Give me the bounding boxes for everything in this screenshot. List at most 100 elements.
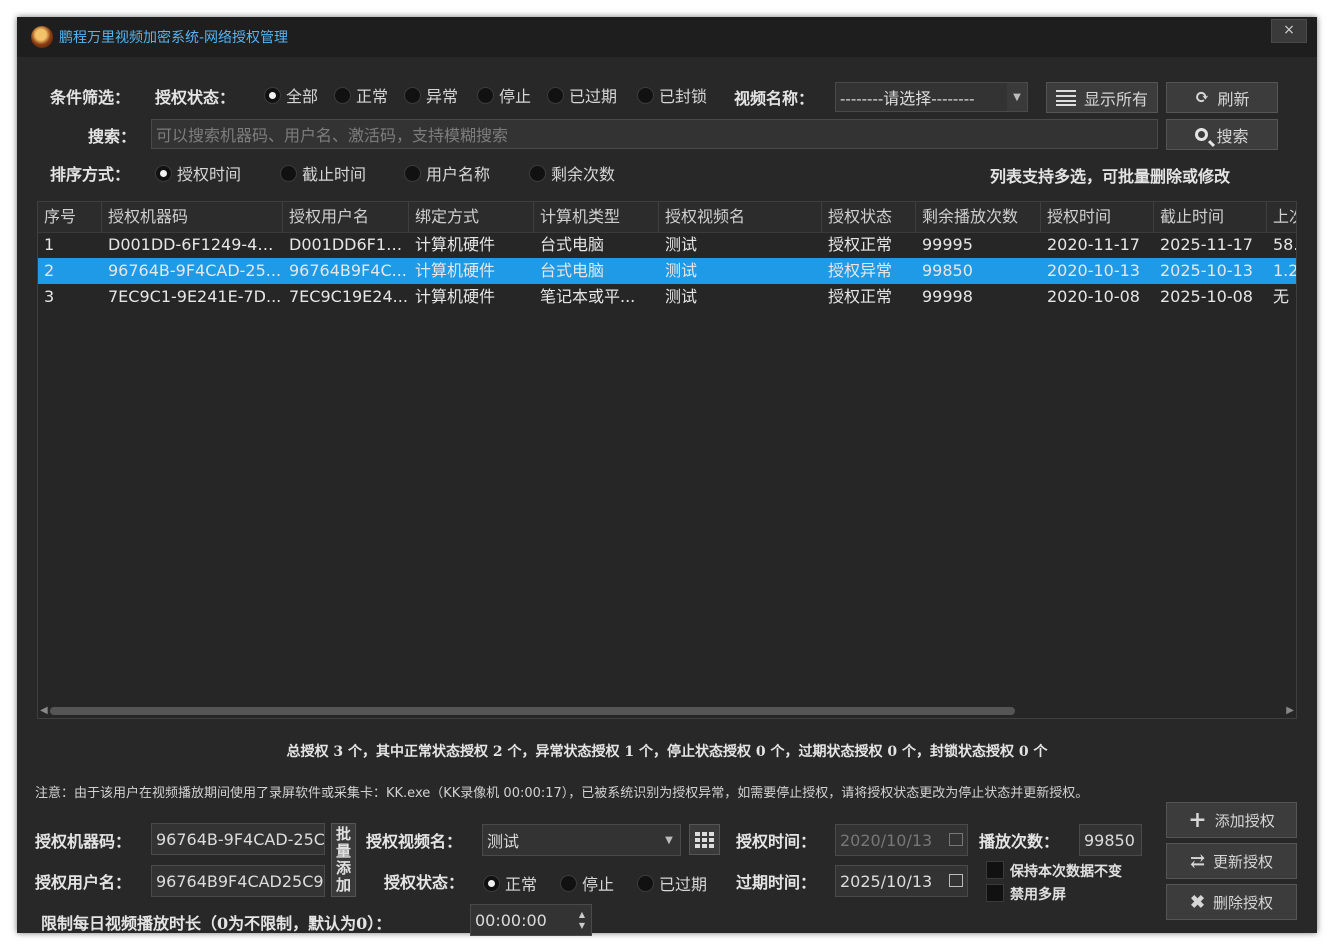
cell-status: 授权异常: [828, 261, 893, 280]
content-area: 条件筛选： 授权状态： 全部 正常 异常 停止 已过期 已封锁 视频名称： --…: [17, 57, 1317, 936]
table-row[interactable]: 1 D001DD-6F1249-4C... D001DD6F12... 计算机硬…: [38, 232, 1296, 258]
video-name-select[interactable]: --------请选择-------- ▼: [835, 82, 1028, 112]
chevron-down-icon[interactable]: ▼: [658, 825, 680, 855]
grid-icon: [695, 831, 714, 848]
column-header[interactable]: 授权状态: [822, 202, 916, 232]
video-name-form-select[interactable]: 测试 ▼: [482, 824, 681, 856]
column-header[interactable]: 授权用户名: [283, 202, 409, 232]
keep-data-label: 保持本次数据不变: [1010, 864, 1122, 880]
option-label: 剩余次数: [551, 165, 616, 184]
disable-multiscreen-checkbox[interactable]: 禁用多屏: [986, 884, 1066, 904]
update-label: 更新授权: [1213, 852, 1274, 871]
machine-code-input[interactable]: 96764B-9F4CAD-25C: [151, 823, 325, 855]
window-title: 鹏程万里视频加密系统-网络授权管理: [59, 30, 289, 46]
delete-label: 删除授权: [1213, 893, 1274, 912]
cell-bind-mode: 计算机硬件: [415, 287, 496, 306]
refresh-button[interactable]: ⟳ 刷新: [1166, 82, 1278, 113]
list-icon: [1055, 89, 1076, 106]
play-count-label: 播放次数：: [979, 832, 1060, 851]
cell-computer-type: 台式电脑: [540, 261, 605, 280]
expire-time-value: 2025/10/13: [840, 871, 933, 891]
daily-limit-input[interactable]: 00:00:00 ▲ ▼: [470, 904, 592, 936]
horizontal-scrollbar[interactable]: ◀ ▶: [38, 704, 1296, 718]
radio-dot: [155, 165, 172, 182]
column-header[interactable]: 授权时间: [1041, 202, 1154, 232]
scrollbar-thumb[interactable]: [50, 707, 1015, 715]
cell-username: 96764B9F4C...: [289, 261, 407, 280]
radio-dot: [477, 87, 494, 104]
video-name-form-label: 授权视频名：: [366, 832, 463, 851]
cell-index: 3: [44, 287, 55, 306]
title-bar: 鹏程万里视频加密系统-网络授权管理 ×: [17, 17, 1317, 57]
video-grid-button[interactable]: [689, 824, 720, 855]
status-form-label: 授权状态：: [384, 873, 465, 892]
cell-remaining: 99995: [922, 235, 973, 254]
cell-index: 2: [44, 261, 55, 280]
form-status-expired[interactable]: 已过期: [637, 871, 707, 895]
play-count-input[interactable]: 99850: [1079, 824, 1142, 856]
option-label: 授权时间: [177, 165, 242, 184]
close-button[interactable]: ×: [1271, 19, 1307, 43]
keep-data-checkbox[interactable]: 保持本次数据不变: [986, 861, 1122, 881]
sync-icon: ⇄: [1189, 850, 1206, 872]
username-value: 96764B9F4CAD25C9: [156, 871, 324, 891]
cell-expire-time: 2025-10-08: [1160, 287, 1253, 306]
cell-computer-type: 笔记本或平...: [540, 287, 636, 306]
machine-code-value: 96764B-9F4CAD-25C: [156, 829, 325, 849]
summary-text: 总授权 3 个，其中正常状态授权 2 个，异常状态授权 1 个，停止状态授权 0…: [286, 744, 1048, 760]
spinner-arrows-icon[interactable]: ▲ ▼: [579, 909, 585, 931]
cell-bind-mode: 计算机硬件: [415, 235, 496, 254]
plus-icon: +: [1188, 807, 1207, 833]
search-input[interactable]: 可以搜索机器码、用户名、激活码，支持模糊搜索: [151, 119, 1158, 149]
cell-username: 7EC9C19E24...: [289, 287, 408, 306]
username-input[interactable]: 96764B9F4CAD25C9: [151, 865, 325, 897]
radio-dot: [483, 875, 500, 892]
expire-time-input[interactable]: 2025/10/13: [835, 865, 968, 897]
update-authorization-button[interactable]: ⇄ 更新授权: [1166, 843, 1297, 879]
column-header[interactable]: 序号: [38, 202, 102, 232]
delete-authorization-button[interactable]: ✖ 删除授权: [1166, 884, 1297, 920]
scroll-right-icon[interactable]: ▶: [1286, 704, 1294, 718]
cell-machine-code: 96764B-9F4CAD-25...: [108, 261, 282, 280]
option-label: 已过期: [569, 87, 618, 106]
column-header[interactable]: 绑定方式: [409, 202, 534, 232]
authorization-table[interactable]: 序号 授权机器码 授权用户名 绑定方式 计算机类型 授权视频名 授权状态 剩余播…: [37, 201, 1297, 719]
select-value: --------请选择--------: [840, 89, 975, 108]
column-header[interactable]: 计算机类型: [534, 202, 659, 232]
sort-option-remaining[interactable]: 剩余次数: [529, 161, 615, 185]
option-label: 正常: [505, 875, 538, 894]
sort-option-username[interactable]: 用户名称: [404, 161, 490, 185]
column-header[interactable]: 剩余播放次数: [916, 202, 1041, 232]
column-header[interactable]: 授权机器码: [102, 202, 283, 232]
chevron-down-icon[interactable]: ▼: [1007, 83, 1027, 111]
form-status-normal[interactable]: 正常: [483, 871, 537, 895]
sort-option-auth-time[interactable]: 授权时间: [155, 161, 241, 185]
batch-add-button[interactable]: 批量添加: [331, 823, 356, 897]
close-x-icon: ✖: [1189, 891, 1206, 913]
search-button[interactable]: 搜索: [1166, 119, 1278, 150]
cell-remaining: 99850: [922, 261, 973, 280]
add-authorization-button[interactable]: + 添加授权: [1166, 802, 1297, 838]
status-option-locked[interactable]: 已封锁: [637, 83, 707, 107]
column-header[interactable]: 上次: [1267, 202, 1296, 232]
column-header[interactable]: 截止时间: [1154, 202, 1267, 232]
cell-bind-mode: 计算机硬件: [415, 261, 496, 280]
cell-remaining: 99998: [922, 287, 973, 306]
status-option-abnormal[interactable]: 异常: [404, 83, 458, 107]
calendar-icon[interactable]: [949, 874, 963, 887]
radio-dot: [404, 87, 421, 104]
scroll-left-icon[interactable]: ◀: [40, 704, 48, 718]
show-all-label: 显示所有: [1083, 89, 1148, 109]
sort-option-expire-time[interactable]: 截止时间: [280, 161, 366, 185]
status-option-all[interactable]: 全部: [264, 83, 318, 107]
option-label: 停止: [582, 875, 615, 894]
table-row[interactable]: 3 7EC9C1-9E241E-7D... 7EC9C19E24... 计算机硬…: [38, 284, 1296, 310]
column-header[interactable]: 授权视频名: [659, 202, 822, 232]
status-option-normal[interactable]: 正常: [334, 83, 388, 107]
form-status-stopped[interactable]: 停止: [560, 871, 614, 895]
cell-status: 授权正常: [828, 235, 893, 254]
table-row-selected[interactable]: 2 96764B-9F4CAD-25... 96764B9F4C... 计算机硬…: [38, 258, 1296, 284]
show-all-button[interactable]: 显示所有: [1046, 82, 1158, 113]
status-option-expired[interactable]: 已过期: [547, 83, 617, 107]
status-option-stopped[interactable]: 停止: [477, 83, 531, 107]
